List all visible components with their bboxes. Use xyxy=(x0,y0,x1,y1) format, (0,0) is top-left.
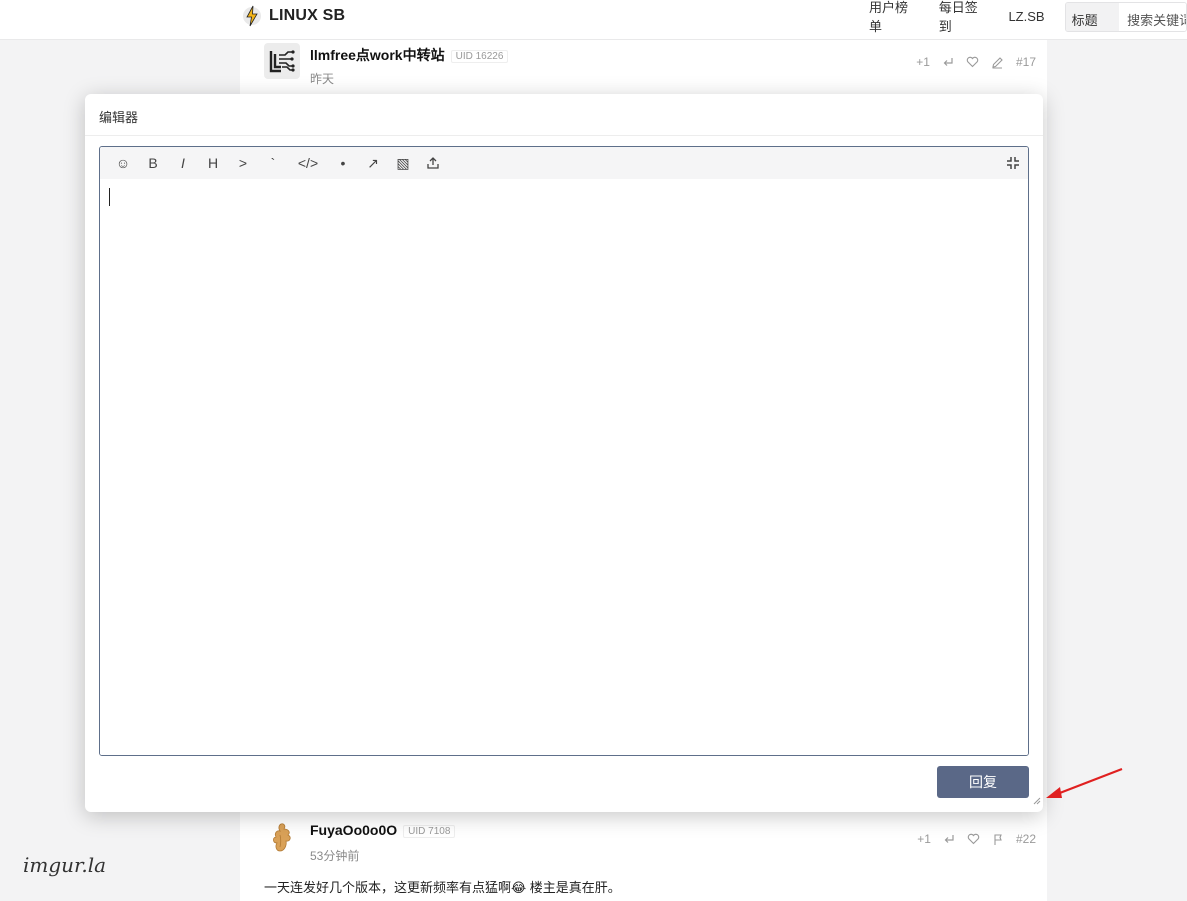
bold-button[interactable]: B xyxy=(138,155,168,171)
editor-textarea[interactable] xyxy=(100,179,1028,755)
editor-modal: 编辑器 ☺ B I H > ` </> • ↗ ▧ 回复 xyxy=(85,94,1043,812)
heart-icon[interactable] xyxy=(967,833,980,845)
emoji-button[interactable]: ☺ xyxy=(108,155,138,171)
post-actions: +1 #22 xyxy=(917,832,1036,846)
italic-button[interactable]: I xyxy=(168,155,198,171)
reply-icon[interactable] xyxy=(942,56,954,68)
code-block-button[interactable]: </> xyxy=(288,155,328,171)
quote-button[interactable]: > xyxy=(228,155,258,171)
search-input[interactable]: 搜索关键词 xyxy=(1119,2,1186,31)
top-bar: LINUX SB 用户榜单 每日签到 LZ.SB 标题 搜索关键词 xyxy=(0,0,1187,40)
upload-icon[interactable] xyxy=(418,155,448,171)
reply-icon[interactable] xyxy=(943,833,955,845)
list-button[interactable]: • xyxy=(328,155,358,171)
brand-name: LINUX SB xyxy=(269,7,346,24)
heading-button[interactable]: H xyxy=(198,155,228,171)
lightning-logo-icon xyxy=(241,3,263,29)
circuit-logo-icon[interactable] xyxy=(264,43,300,79)
floor-number[interactable]: #17 xyxy=(1016,55,1036,69)
markdown-editor: ☺ B I H > ` </> • ↗ ▧ xyxy=(99,146,1029,756)
heart-icon[interactable] xyxy=(966,56,979,68)
edit-icon[interactable] xyxy=(991,56,1004,69)
reply-button[interactable]: 回复 xyxy=(937,766,1029,798)
username-text[interactable]: FuyaOo0o0O xyxy=(310,822,397,838)
annotation-arrow-icon xyxy=(1046,767,1123,798)
uid-badge: UID 7108 xyxy=(403,825,456,838)
inline-code-button[interactable]: ` xyxy=(258,155,288,171)
search-type-select[interactable]: 标题 xyxy=(1065,2,1120,31)
post-time: 昨天 xyxy=(310,72,335,86)
image-button[interactable]: ▧ xyxy=(388,155,418,172)
nav-lzsb[interactable]: LZ.SB xyxy=(1008,9,1044,24)
flag-icon[interactable] xyxy=(992,833,1004,846)
ginger-avatar-icon[interactable] xyxy=(264,820,300,856)
nav-user-ranking[interactable]: 用户榜单 xyxy=(869,0,919,35)
post-item: FuyaOo0o0O UID 7108 53分钟前 +1 #22 一天连发好几个版… xyxy=(264,820,1044,901)
watermark: imgur.la xyxy=(23,853,107,877)
plus-one-button[interactable]: +1 xyxy=(916,55,930,69)
post-item: llmfree点work中转站 UID 16226 昨天 +1 #17 xyxy=(264,43,1044,93)
editor-title: 编辑器 xyxy=(85,94,1043,136)
floor-number[interactable]: #22 xyxy=(1016,832,1036,846)
nav-daily-checkin[interactable]: 每日签到 xyxy=(939,0,989,35)
link-button[interactable]: ↗ xyxy=(358,155,388,172)
top-nav: 用户榜单 每日签到 LZ.SB 标题 搜索关键词 xyxy=(869,0,1187,35)
plus-one-button[interactable]: +1 xyxy=(917,832,931,846)
text-caret xyxy=(109,188,110,206)
post-time: 53分钟前 xyxy=(310,849,360,863)
post-username[interactable]: llmfree点work中转站 UID 16226 xyxy=(310,45,509,65)
fullscreen-exit-icon[interactable] xyxy=(1006,156,1020,173)
post-username[interactable]: FuyaOo0o0O UID 7108 xyxy=(310,822,456,838)
site-brand[interactable]: LINUX SB xyxy=(241,3,345,29)
post-actions: +1 #17 xyxy=(916,55,1036,69)
editor-toolbar: ☺ B I H > ` </> • ↗ ▧ xyxy=(100,147,1028,179)
post-content: 一天连发好几个版本，这更新频率有点猛啊😂 楼主是真在肝。 xyxy=(264,880,621,895)
uid-badge: UID 16226 xyxy=(450,50,509,63)
search-box: 标题 搜索关键词 xyxy=(1064,1,1187,32)
username-text[interactable]: llmfree点work中转站 xyxy=(310,47,445,63)
